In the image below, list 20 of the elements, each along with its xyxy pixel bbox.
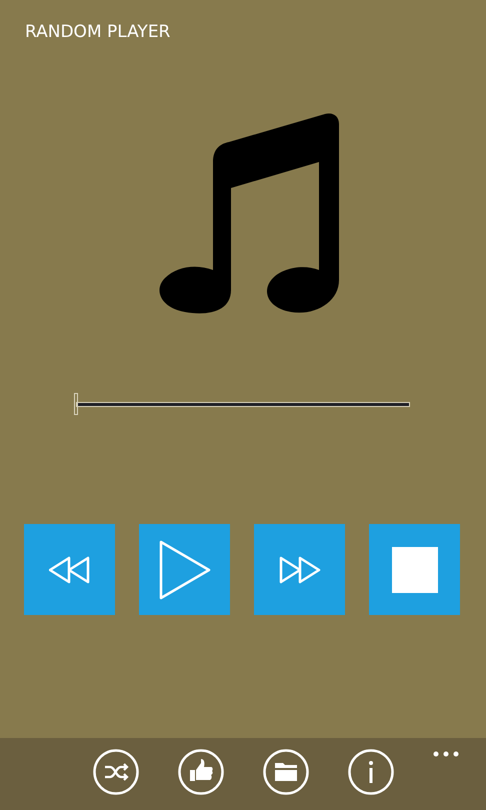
fast-forward-button[interactable]: [254, 524, 345, 615]
slider-thumb[interactable]: [74, 393, 78, 415]
stop-button[interactable]: [369, 524, 460, 615]
folder-button[interactable]: [262, 749, 308, 795]
play-button[interactable]: [139, 524, 230, 615]
folder-icon: [262, 749, 308, 795]
stop-icon: [392, 546, 438, 592]
shuffle-button[interactable]: [92, 749, 138, 795]
thumbs-up-icon: [178, 749, 224, 795]
app-title: RANDOM PLAYER: [25, 22, 170, 42]
rewind-button[interactable]: [24, 524, 115, 615]
progress-slider[interactable]: [74, 392, 412, 416]
fast-forward-icon: [278, 556, 320, 584]
info-button[interactable]: [348, 749, 394, 795]
shuffle-icon: [92, 749, 138, 795]
more-icon[interactable]: [433, 751, 459, 757]
rewind-icon: [48, 556, 90, 584]
thumbs-up-button[interactable]: [178, 749, 224, 795]
info-icon: [348, 749, 394, 795]
play-icon: [158, 540, 210, 600]
